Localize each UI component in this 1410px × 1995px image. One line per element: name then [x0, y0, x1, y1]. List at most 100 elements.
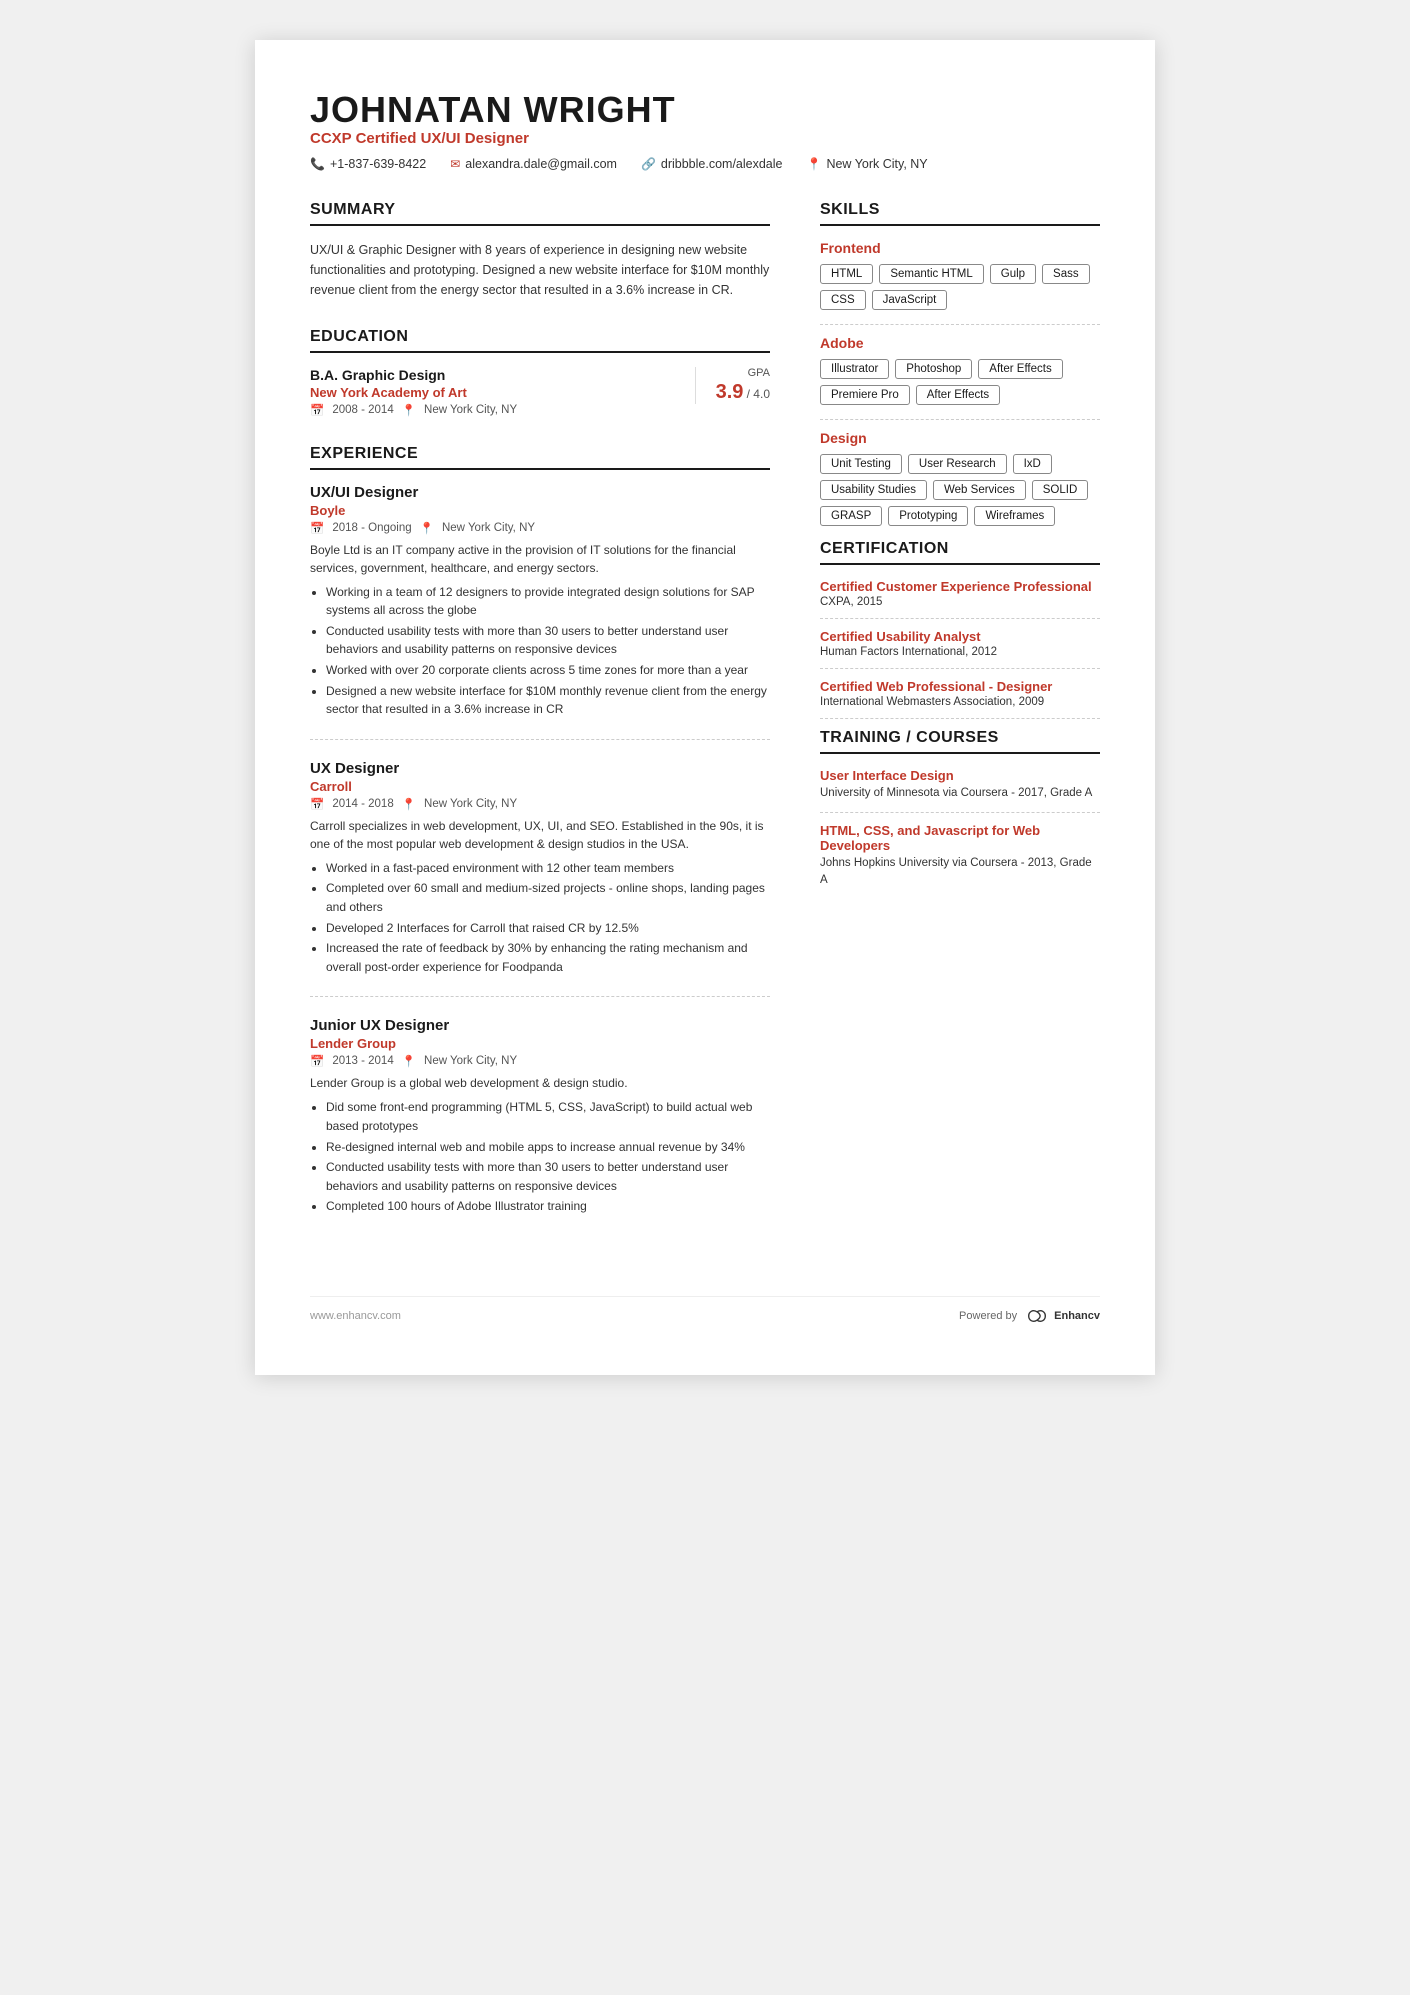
skill-wireframes: Wireframes — [974, 506, 1055, 526]
summary-text: UX/UI & Graphic Designer with 8 years of… — [310, 240, 770, 300]
skill-illustrator: Illustrator — [820, 359, 889, 379]
cert-section-title: CERTIFICATION — [820, 540, 1100, 565]
bullet-0-2: Worked with over 20 corporate clients ac… — [326, 661, 770, 680]
right-column: SKILLS Frontend HTML Semantic HTML Gulp … — [820, 201, 1100, 1256]
location-contact: 📍 New York City, NY — [807, 157, 928, 171]
skill-css: CSS — [820, 290, 866, 310]
skill-ixd: IxD — [1013, 454, 1052, 474]
exp-years-2: 2013 - 2014 — [332, 1055, 393, 1067]
skill-usability-studies: Usability Studies — [820, 480, 927, 500]
exp-title-1: UX Designer — [310, 760, 770, 777]
candidate-name: JOHNATAN WRIGHT — [310, 90, 1100, 130]
resume-header: JOHNATAN WRIGHT CCXP Certified UX/UI Des… — [310, 90, 1100, 171]
enhancv-name: Enhancv — [1054, 1310, 1100, 1322]
skills-design: Design Unit Testing User Research IxD Us… — [820, 430, 1100, 526]
left-column: SUMMARY UX/UI & Graphic Designer with 8 … — [310, 201, 770, 1256]
edu-location: New York City, NY — [424, 404, 517, 416]
bullet-0-3: Designed a new website interface for $10… — [326, 682, 770, 719]
skill-web-services: Web Services — [933, 480, 1026, 500]
cert-entry-2: Certified Web Professional - Designer In… — [820, 679, 1100, 719]
resume-page: JOHNATAN WRIGHT CCXP Certified UX/UI Des… — [255, 40, 1155, 1375]
powered-by-label: Powered by — [959, 1310, 1017, 1322]
training-detail-0: University of Minnesota via Coursera - 2… — [820, 785, 1100, 802]
skill-after-effects-1: After Effects — [978, 359, 1062, 379]
skill-photoshop: Photoshop — [895, 359, 972, 379]
experience-entry-1: UX Designer Carroll 📅 2014 - 2018 📍 New … — [310, 760, 770, 998]
edu-years: 2008 - 2014 — [332, 404, 393, 416]
calendar-icon: 📅 — [310, 403, 324, 417]
gpa-label: GPA — [716, 367, 770, 379]
cert-name-1: Certified Usability Analyst — [820, 629, 1100, 644]
phone-number: +1-837-639-8422 — [330, 157, 426, 171]
bullet-2-2: Conducted usability tests with more than… — [326, 1158, 770, 1195]
bullet-2-3: Completed 100 hours of Adobe Illustrator… — [326, 1197, 770, 1216]
location-text: New York City, NY — [826, 157, 927, 171]
bullet-1-3: Increased the rate of feedback by 30% by… — [326, 939, 770, 976]
exp-company-0: Boyle — [310, 503, 770, 518]
skills-divider-1 — [820, 324, 1100, 325]
design-tags: Unit Testing User Research IxD Usability… — [820, 454, 1100, 526]
cert-issuer-2: International Webmasters Association, 20… — [820, 696, 1100, 708]
footer-brand: Powered by Enhancv — [959, 1307, 1100, 1325]
skill-semantic-html: Semantic HTML — [879, 264, 983, 284]
exp-bullets-2: Did some front-end programming (HTML 5, … — [310, 1098, 770, 1216]
exp-years-0: 2018 - Ongoing — [332, 522, 411, 534]
pin-icon: 📍 — [402, 403, 416, 417]
edu-school: New York Academy of Art — [310, 385, 695, 400]
calendar-icon: 📅 — [310, 797, 324, 811]
summary-section-title: SUMMARY — [310, 201, 770, 226]
exp-meta-1: 📅 2014 - 2018 📍 New York City, NY — [310, 797, 770, 811]
design-cat-title: Design — [820, 430, 1100, 446]
calendar-icon: 📅 — [310, 1054, 324, 1068]
exp-location-1: New York City, NY — [424, 798, 517, 810]
edu-meta: 📅 2008 - 2014 📍 New York City, NY — [310, 403, 695, 417]
bullet-1-1: Completed over 60 small and medium-sized… — [326, 879, 770, 916]
experience-entry-2: Junior UX Designer Lender Group 📅 2013 -… — [310, 1017, 770, 1236]
candidate-title: CCXP Certified UX/UI Designer — [310, 130, 1100, 147]
exp-title-2: Junior UX Designer — [310, 1017, 770, 1034]
content-layout: SUMMARY UX/UI & Graphic Designer with 8 … — [310, 201, 1100, 1256]
phone-icon: 📞 — [310, 157, 325, 171]
skills-divider-2 — [820, 419, 1100, 420]
education-section-title: EDUCATION — [310, 328, 770, 353]
experience-section-title: EXPERIENCE — [310, 445, 770, 470]
frontend-tags: HTML Semantic HTML Gulp Sass CSS JavaScr… — [820, 264, 1100, 310]
bullet-1-2: Developed 2 Interfaces for Carroll that … — [326, 919, 770, 938]
exp-title-0: UX/UI Designer — [310, 484, 770, 501]
footer-website: www.enhancv.com — [310, 1310, 401, 1322]
bullet-0-1: Conducted usability tests with more than… — [326, 622, 770, 659]
exp-location-0: New York City, NY — [442, 522, 535, 534]
email-address: alexandra.dale@gmail.com — [465, 157, 617, 171]
exp-company-2: Lender Group — [310, 1036, 770, 1051]
training-entry-1: HTML, CSS, and Javascript for Web Develo… — [820, 823, 1100, 900]
email-contact: ✉ alexandra.dale@gmail.com — [450, 157, 617, 171]
location-icon: 📍 — [807, 157, 822, 171]
exp-desc-1: Carroll specializes in web development, … — [310, 817, 770, 853]
exp-bullets-1: Worked in a fast-paced environment with … — [310, 859, 770, 977]
education-entry: B.A. Graphic Design New York Academy of … — [310, 367, 770, 417]
bullet-1-0: Worked in a fast-paced environment with … — [326, 859, 770, 878]
bullet-2-1: Re-designed internal web and mobile apps… — [326, 1138, 770, 1157]
cert-entry-0: Certified Customer Experience Profession… — [820, 579, 1100, 619]
skill-user-research: User Research — [908, 454, 1007, 474]
pin-icon: 📍 — [402, 797, 416, 811]
bullet-0-0: Working in a team of 12 designers to pro… — [326, 583, 770, 620]
skill-gulp: Gulp — [990, 264, 1036, 284]
exp-years-1: 2014 - 2018 — [332, 798, 393, 810]
website-contact: 🔗 dribbble.com/alexdale — [641, 157, 783, 171]
cert-entry-1: Certified Usability Analyst Human Factor… — [820, 629, 1100, 669]
skills-frontend: Frontend HTML Semantic HTML Gulp Sass CS… — [820, 240, 1100, 310]
edu-gpa-block: GPA 3.9 / 4.0 — [695, 367, 770, 404]
edu-degree: B.A. Graphic Design — [310, 367, 695, 383]
adobe-tags: Illustrator Photoshop After Effects Prem… — [820, 359, 1100, 405]
exp-company-1: Carroll — [310, 779, 770, 794]
education-info: B.A. Graphic Design New York Academy of … — [310, 367, 695, 417]
training-name-1: HTML, CSS, and Javascript for Web Develo… — [820, 823, 1100, 853]
phone-contact: 📞 +1-837-639-8422 — [310, 157, 426, 171]
email-icon: ✉ — [450, 157, 460, 171]
cert-issuer-1: Human Factors International, 2012 — [820, 646, 1100, 658]
calendar-icon: 📅 — [310, 521, 324, 535]
website-url: dribbble.com/alexdale — [661, 157, 783, 171]
cert-name-0: Certified Customer Experience Profession… — [820, 579, 1100, 594]
page-footer: www.enhancv.com Powered by Enhancv — [310, 1296, 1100, 1325]
